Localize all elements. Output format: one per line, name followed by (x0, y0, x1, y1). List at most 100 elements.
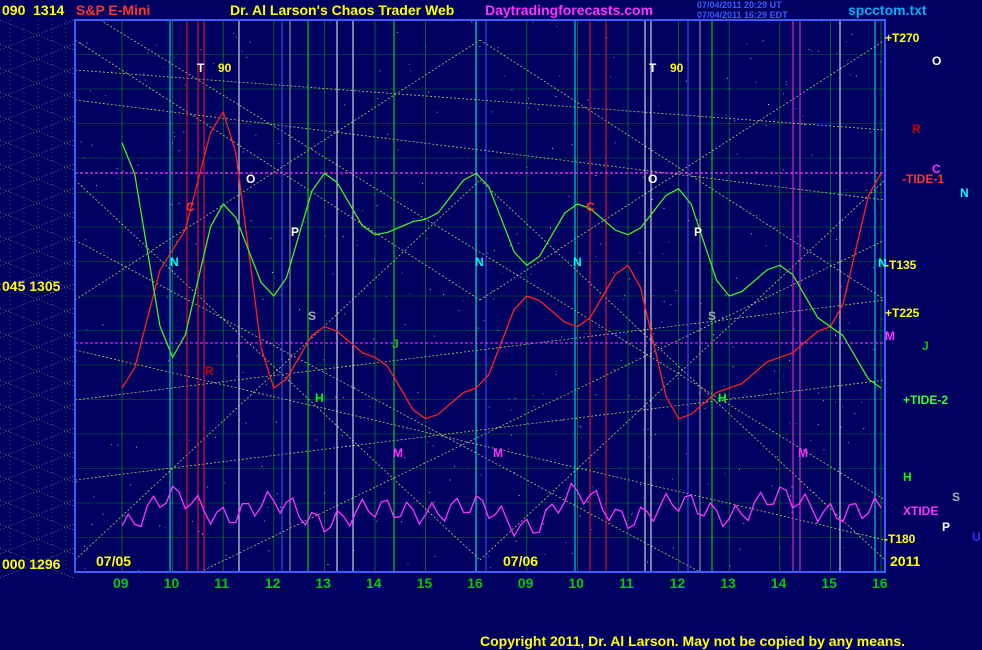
star (377, 97, 379, 99)
star (436, 111, 438, 113)
planet-marker: R (205, 364, 214, 378)
star (797, 235, 799, 237)
star (464, 145, 466, 147)
star (704, 407, 706, 409)
hour-tick-label: 14 (771, 575, 787, 591)
star (642, 176, 644, 178)
star (361, 210, 363, 212)
star (501, 272, 503, 274)
page-title: Dr. Al Larson's Chaos Trader Web (230, 2, 455, 18)
star (116, 168, 118, 170)
star (746, 43, 748, 45)
star (723, 385, 725, 387)
star (849, 74, 851, 76)
planet-marker: T (649, 61, 657, 75)
star (630, 514, 632, 516)
star (141, 75, 143, 76)
star (732, 366, 734, 368)
timestamp-ut: 07/04/2011 20:29 UT (697, 0, 782, 10)
star (542, 523, 544, 525)
planet-marker: H (718, 391, 727, 405)
star (245, 422, 247, 424)
right-label: -T180 (884, 532, 916, 546)
right-label: S (952, 490, 960, 504)
hour-tick-label: 12 (265, 575, 281, 591)
star (84, 239, 86, 241)
star (845, 41, 847, 43)
right-label: XTIDE (903, 504, 938, 518)
copyright-notice: Copyright 2011, Dr. Al Larson. May not b… (480, 633, 906, 649)
star (515, 540, 517, 542)
star (483, 320, 485, 322)
hour-tick-label: 13 (720, 575, 736, 591)
star (233, 32, 235, 34)
star (241, 50, 243, 52)
star (623, 298, 625, 300)
star (514, 397, 516, 399)
header-code-value: 090 (2, 2, 26, 18)
star (776, 469, 777, 470)
star (379, 70, 381, 72)
star (173, 56, 175, 58)
star (509, 245, 511, 247)
star (722, 317, 723, 318)
star (322, 359, 324, 361)
star (789, 359, 790, 361)
star (750, 233, 752, 235)
star (143, 73, 145, 75)
star (310, 385, 312, 387)
star (422, 182, 424, 184)
star (427, 91, 429, 93)
star (579, 515, 581, 517)
planet-marker: N (573, 255, 582, 269)
star (213, 63, 215, 65)
star (795, 389, 797, 391)
star (614, 142, 616, 144)
star (559, 75, 560, 77)
star (195, 243, 197, 245)
star (668, 241, 670, 243)
right-label: O (932, 54, 941, 68)
star (207, 486, 208, 488)
star (861, 401, 862, 403)
star (587, 99, 589, 101)
planet-marker: C (586, 200, 595, 214)
star (224, 482, 226, 484)
timestamp-edt: 07/04/2011 16:29 EDT (697, 10, 788, 20)
star (740, 206, 742, 208)
y-label-mid: 045 1305 (2, 278, 61, 294)
star (145, 79, 146, 81)
star (249, 41, 251, 43)
star (571, 552, 573, 554)
star (493, 250, 495, 252)
star (492, 111, 493, 113)
star (663, 377, 665, 378)
star (80, 42, 82, 44)
star (870, 131, 872, 133)
site-link[interactable]: Daytradingforecasts.com (485, 2, 653, 18)
star (146, 178, 148, 180)
star (533, 406, 535, 408)
star (236, 355, 238, 357)
star (490, 567, 491, 569)
star (530, 273, 532, 275)
star (261, 465, 263, 467)
star (432, 445, 434, 447)
star (818, 392, 820, 394)
star (651, 199, 653, 200)
star (315, 439, 317, 441)
star (592, 486, 594, 488)
star (268, 550, 270, 552)
star (433, 501, 435, 503)
star (335, 396, 337, 398)
star (299, 308, 300, 310)
star (776, 456, 778, 458)
star (166, 296, 168, 298)
star (544, 553, 546, 555)
right-label: +T270 (885, 31, 920, 45)
hour-tick-label: 14 (366, 575, 382, 591)
star (620, 359, 622, 361)
star (404, 457, 406, 459)
star (429, 288, 431, 290)
year-label: 2011 (890, 553, 921, 569)
